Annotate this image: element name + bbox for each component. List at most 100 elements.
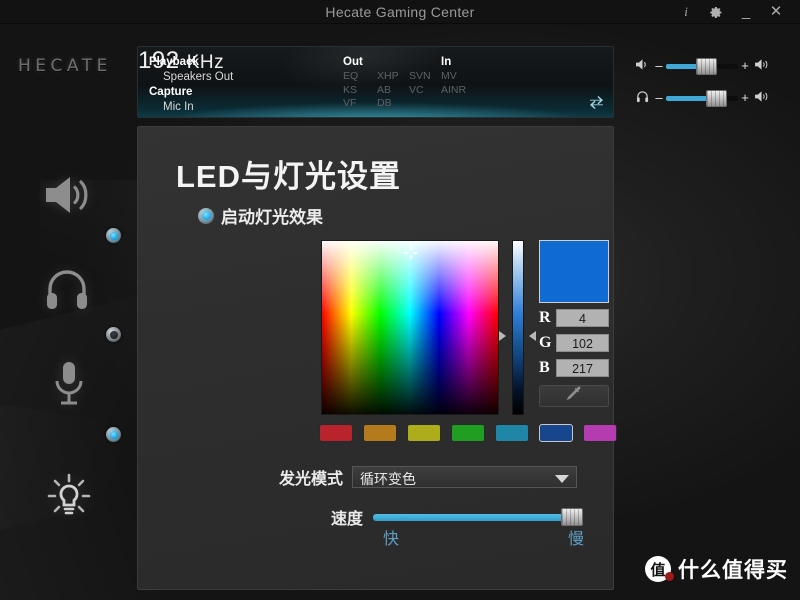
toggle-indicator-icon xyxy=(198,207,214,224)
color-picker-cursor-icon xyxy=(404,245,417,259)
page-title: LED与灯光设置 xyxy=(176,159,401,194)
capture-label: Capture xyxy=(149,86,193,98)
swap-arrows-icon[interactable] xyxy=(589,96,604,111)
out-label: Out xyxy=(343,56,363,68)
speaker-icon xyxy=(46,177,88,213)
capture-value: Mic In xyxy=(163,101,194,113)
watermark-badge: 值 xyxy=(645,556,674,582)
headphone-icon xyxy=(47,270,87,309)
blue-channel-row[interactable]: B 217 xyxy=(539,359,609,377)
out-flag: SVN xyxy=(409,70,431,82)
playback-value: Speakers Out xyxy=(163,71,234,83)
info-button[interactable]: i xyxy=(676,3,696,21)
out-flag: VF xyxy=(343,97,357,109)
status-bar: Playback Speakers Out Capture Mic In 192… xyxy=(137,46,614,118)
in-flag: MV xyxy=(441,70,457,82)
preset-color-swatches[interactable] xyxy=(319,424,617,442)
eyedropper-button[interactable] xyxy=(539,385,609,407)
brightness-slider[interactable] xyxy=(499,240,536,415)
speed-row: 速度 xyxy=(331,505,584,529)
speed-slow-label: 慢 xyxy=(568,531,585,548)
out-flag: DB xyxy=(377,97,392,109)
chevron-down-icon xyxy=(555,475,570,483)
preset-blue[interactable] xyxy=(539,424,573,442)
brand-logo: HECATE xyxy=(18,56,112,76)
watermark: 值 什么值得买 xyxy=(645,554,788,584)
volume-decrease-button[interactable]: – xyxy=(652,59,666,72)
sidebar-item-speaker[interactable] xyxy=(44,174,90,221)
title-bar: Hecate Gaming Center i _ ✕ xyxy=(0,0,800,24)
out-flag: KS xyxy=(343,83,358,96)
minimize-icon: _ xyxy=(741,3,751,20)
out-flags: EQ XHP SVN KS AB VC VF DB xyxy=(343,70,441,111)
in-flags: MV AINR xyxy=(441,70,466,97)
preset-yellow[interactable] xyxy=(407,424,441,442)
headphone-volume-slider[interactable] xyxy=(666,89,738,107)
brightness-marker-left-icon xyxy=(499,331,506,342)
eyedropper-icon xyxy=(563,385,585,407)
speaker-volume-row[interactable]: – + xyxy=(632,57,772,75)
playback-label: Playback xyxy=(149,56,199,68)
brightness-gradient xyxy=(512,240,524,415)
close-button[interactable]: ✕ xyxy=(766,3,786,21)
sidebar-item-lighting[interactable] xyxy=(46,472,92,525)
green-channel-value[interactable]: 102 xyxy=(556,334,609,352)
sidebar-item-microphone[interactable] xyxy=(52,360,86,411)
volume-increase-button[interactable]: + xyxy=(738,59,752,72)
red-channel-label: R xyxy=(539,309,551,326)
microphone-icon xyxy=(55,362,83,405)
speed-slider[interactable] xyxy=(373,507,584,526)
in-flag: AINR xyxy=(441,83,467,96)
enable-lighting-toggle[interactable]: 启动灯光效果 xyxy=(198,203,323,228)
gear-icon xyxy=(706,6,726,19)
green-channel-label: G xyxy=(539,334,552,351)
speaker-loud-icon xyxy=(752,90,772,106)
in-label: In xyxy=(441,56,452,68)
headphone-volume-knob[interactable] xyxy=(705,89,727,107)
lightbulb-icon xyxy=(47,473,91,515)
status-playback-block: Playback Speakers Out Capture Mic In xyxy=(149,55,233,115)
out-flag: XHP xyxy=(377,70,399,82)
preset-cyan[interactable] xyxy=(495,424,529,442)
indicator-headphone[interactable] xyxy=(106,327,121,342)
watermark-text: 什么值得买 xyxy=(678,559,788,582)
red-channel-value[interactable]: 4 xyxy=(556,309,609,327)
lighting-mode-select[interactable]: 循环变色 xyxy=(352,466,578,488)
speaker-icon xyxy=(632,58,652,74)
headphone-volume-row[interactable]: – + xyxy=(632,89,772,107)
preset-green[interactable] xyxy=(451,424,485,442)
speed-slider-fill xyxy=(373,513,574,521)
enable-lighting-label: 启动灯光效果 xyxy=(221,208,323,227)
app-window: Hecate Gaming Center i _ ✕ HECATE Playba… xyxy=(0,0,800,600)
lighting-mode-row: 发光模式 循环变色 xyxy=(279,465,578,489)
indicator-microphone[interactable] xyxy=(106,427,121,442)
blue-channel-value[interactable]: 217 xyxy=(556,359,609,377)
red-channel-row[interactable]: R 4 xyxy=(539,309,609,327)
preset-magenta[interactable] xyxy=(583,424,617,442)
indicator-speaker[interactable] xyxy=(106,228,121,243)
speaker-loud-icon xyxy=(752,58,772,74)
minimize-button[interactable]: _ xyxy=(736,3,756,21)
preset-orange[interactable] xyxy=(363,424,397,442)
close-icon: ✕ xyxy=(769,3,783,20)
preset-red[interactable] xyxy=(319,424,353,442)
headphone-volume-decrease-button[interactable]: – xyxy=(652,91,666,104)
speaker-volume-knob[interactable] xyxy=(696,57,718,75)
color-gradient-picker[interactable] xyxy=(321,240,499,415)
status-in-block: In MV AINR xyxy=(441,55,466,97)
blue-channel-label: B xyxy=(539,359,550,376)
speed-slider-knob[interactable] xyxy=(561,507,584,526)
speaker-volume-slider[interactable] xyxy=(666,57,738,75)
headphone-volume-fill xyxy=(666,95,711,101)
lighting-mode-label: 发光模式 xyxy=(279,471,344,488)
lighting-mode-value: 循环变色 xyxy=(360,471,417,487)
out-flag: EQ xyxy=(343,70,359,82)
green-channel-row[interactable]: G 102 xyxy=(539,334,609,352)
out-flag: VC xyxy=(409,83,424,96)
status-out-block: Out EQ XHP SVN KS AB VC VF DB xyxy=(343,55,441,111)
speed-label: 速度 xyxy=(331,511,364,528)
headphone-volume-increase-button[interactable]: + xyxy=(738,91,752,104)
sidebar-item-headphone[interactable] xyxy=(44,268,90,317)
led-settings-panel: LED与灯光设置 启动灯光效果 R 4 G 102 B 217 发光模式 循环变… xyxy=(137,126,617,590)
settings-button[interactable] xyxy=(706,3,726,21)
